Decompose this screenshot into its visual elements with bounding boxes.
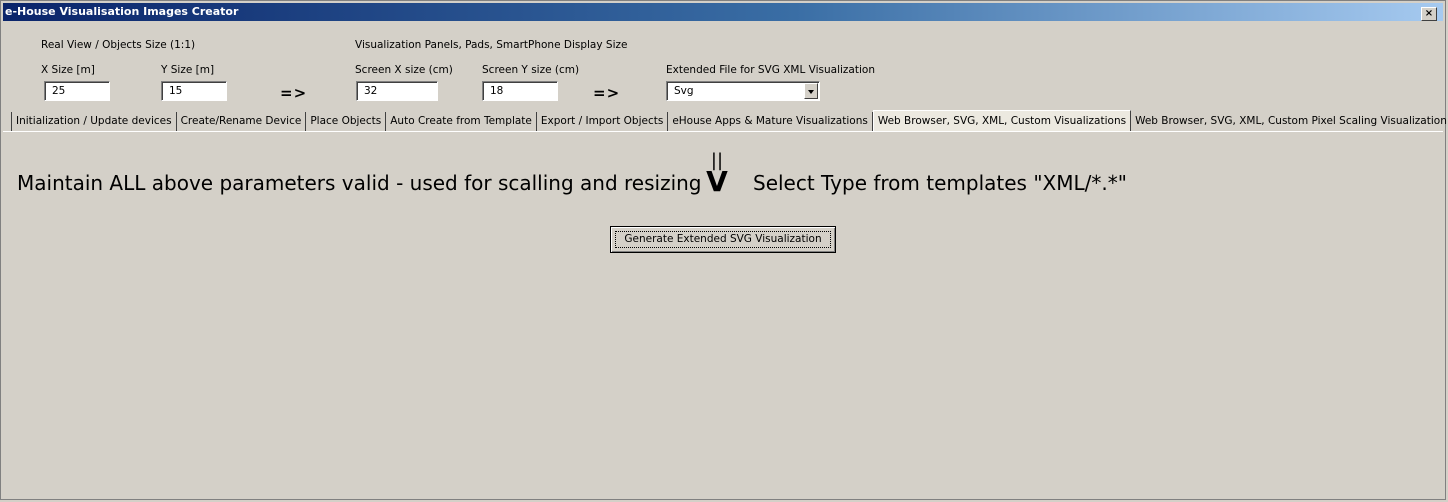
tab-create-rename[interactable]: Create/Rename Device xyxy=(177,112,307,131)
generate-svg-button-label: Generate Extended SVG Visualization xyxy=(624,233,822,245)
screen-y-input[interactable]: 18 xyxy=(482,81,558,101)
marker-v: V xyxy=(706,165,728,198)
generate-svg-button[interactable]: Generate Extended SVG Visualization xyxy=(610,226,836,253)
tab-export-import[interactable]: Export / Import Objects xyxy=(537,112,669,131)
tab-web-browser-pixel[interactable]: Web Browser, SVG, XML, Custom Pixel Scal… xyxy=(1131,112,1448,131)
extended-file-label: Extended File for SVG XML Visualization xyxy=(666,64,875,76)
real-view-heading: Real View / Objects Size (1:1) xyxy=(41,39,196,51)
arrow-indicator-2: => xyxy=(593,84,621,102)
tab-auto-create[interactable]: Auto Create from Template xyxy=(386,112,537,131)
chevron-down-icon[interactable] xyxy=(804,83,818,99)
title-bar: e-House Visualisation Images Creator × xyxy=(3,3,1443,21)
template-instruction: Select Type from templates "XML/*.*" xyxy=(753,171,1127,195)
screen-y-label: Screen Y size (cm) xyxy=(482,64,580,76)
tab-web-browser-custom[interactable]: Web Browser, SVG, XML, Custom Visualizat… xyxy=(872,110,1132,132)
x-size-input[interactable]: 25 xyxy=(44,81,110,101)
arrow-indicator: => xyxy=(280,84,308,102)
instruction-text: Maintain ALL above parameters valid - us… xyxy=(17,171,702,195)
tab-initialization[interactable]: Initialization / Update devices xyxy=(11,112,177,131)
x-size-label: X Size [m] xyxy=(41,64,95,76)
extended-file-value: Svg xyxy=(674,85,694,97)
tab-place-objects[interactable]: Place Objects xyxy=(306,112,387,131)
extended-file-select[interactable]: Svg xyxy=(666,81,820,101)
main-window: e-House Visualisation Images Creator × R… xyxy=(0,0,1448,500)
screen-x-label: Screen X size (cm) xyxy=(355,64,453,76)
window-title: e-House Visualisation Images Creator xyxy=(5,5,239,18)
close-icon[interactable]: × xyxy=(1421,7,1437,21)
tab-divider xyxy=(3,131,1443,132)
tab-bar: Initialization / Update devices Create/R… xyxy=(11,110,1448,132)
down-arrow-marker: || V xyxy=(705,152,729,198)
y-size-label: Y Size [m] xyxy=(161,64,215,76)
tab-ehouse-apps[interactable]: eHouse Apps & Mature Visualizations xyxy=(668,112,873,131)
screen-x-input[interactable]: 32 xyxy=(356,81,438,101)
screen-heading: Visualization Panels, Pads, SmartPhone D… xyxy=(355,39,628,51)
y-size-input[interactable]: 15 xyxy=(161,81,227,101)
